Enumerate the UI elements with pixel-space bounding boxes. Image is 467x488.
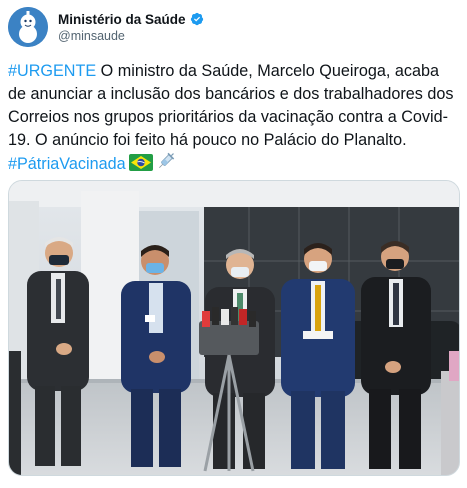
account-names: Ministério da Saúde @minsaude — [58, 12, 204, 43]
hashtag-urgente[interactable]: #URGENTE — [8, 62, 96, 80]
tweet-header: Ministério da Saúde @minsaude — [8, 6, 204, 48]
brazil-flag-icon — [128, 154, 153, 171]
press-conference-photo — [9, 181, 459, 475]
tweet[interactable]: Ministério da Saúde @minsaude #URGENTE O… — [0, 0, 467, 488]
avatar[interactable] — [8, 7, 48, 47]
tweet-text: #URGENTE O ministro da Saúde, Marcelo Qu… — [8, 60, 458, 176]
syringe-icon — [158, 152, 174, 168]
tweet-photo[interactable] — [8, 180, 460, 476]
display-name[interactable]: Ministério da Saúde — [58, 12, 186, 27]
hashtag-patriavacinada[interactable]: #PátriaVacinada — [8, 155, 126, 173]
account-handle[interactable]: @minsaude — [58, 29, 204, 43]
verified-badge-icon — [190, 12, 203, 26]
vaccine-mascot-avatar-icon — [8, 7, 48, 47]
